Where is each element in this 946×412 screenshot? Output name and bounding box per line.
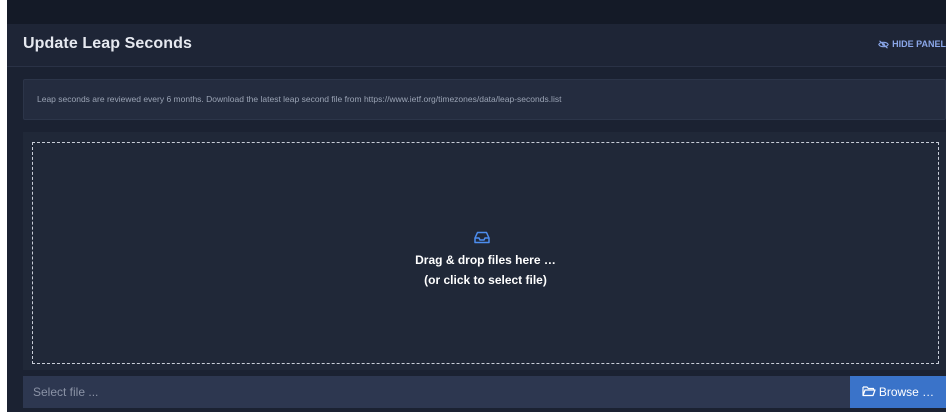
leap-seconds-panel: Update Leap Seconds HIDE PANEL Leap seco… (7, 0, 946, 412)
info-text: Leap seconds are reviewed every 6 months… (37, 94, 562, 104)
panel-title: Update Leap Seconds (23, 35, 193, 52)
hide-panel-label: HIDE PANEL (892, 39, 946, 49)
top-strip (7, 0, 946, 24)
hide-panel-button[interactable]: HIDE PANEL (878, 39, 946, 49)
browse-button[interactable]: Browse … (850, 376, 946, 408)
panel-header: Update Leap Seconds HIDE PANEL (7, 24, 946, 67)
file-drop-zone[interactable]: Drag & drop files here … (or click to se… (32, 142, 939, 364)
browse-label: Browse … (878, 385, 935, 399)
drop-hint: (or click to select file) (424, 273, 547, 287)
info-box: Leap seconds are reviewed every 6 months… (23, 79, 946, 120)
file-select-row: Browse … (23, 376, 946, 408)
drop-instruction: Drag & drop files here … (415, 253, 556, 267)
eye-slash-icon (878, 39, 889, 49)
drop-area: Drag & drop files here … (or click to se… (23, 132, 946, 370)
folder-open-icon (862, 385, 876, 400)
file-path-input[interactable] (23, 376, 850, 408)
inbox-icon (474, 231, 490, 249)
